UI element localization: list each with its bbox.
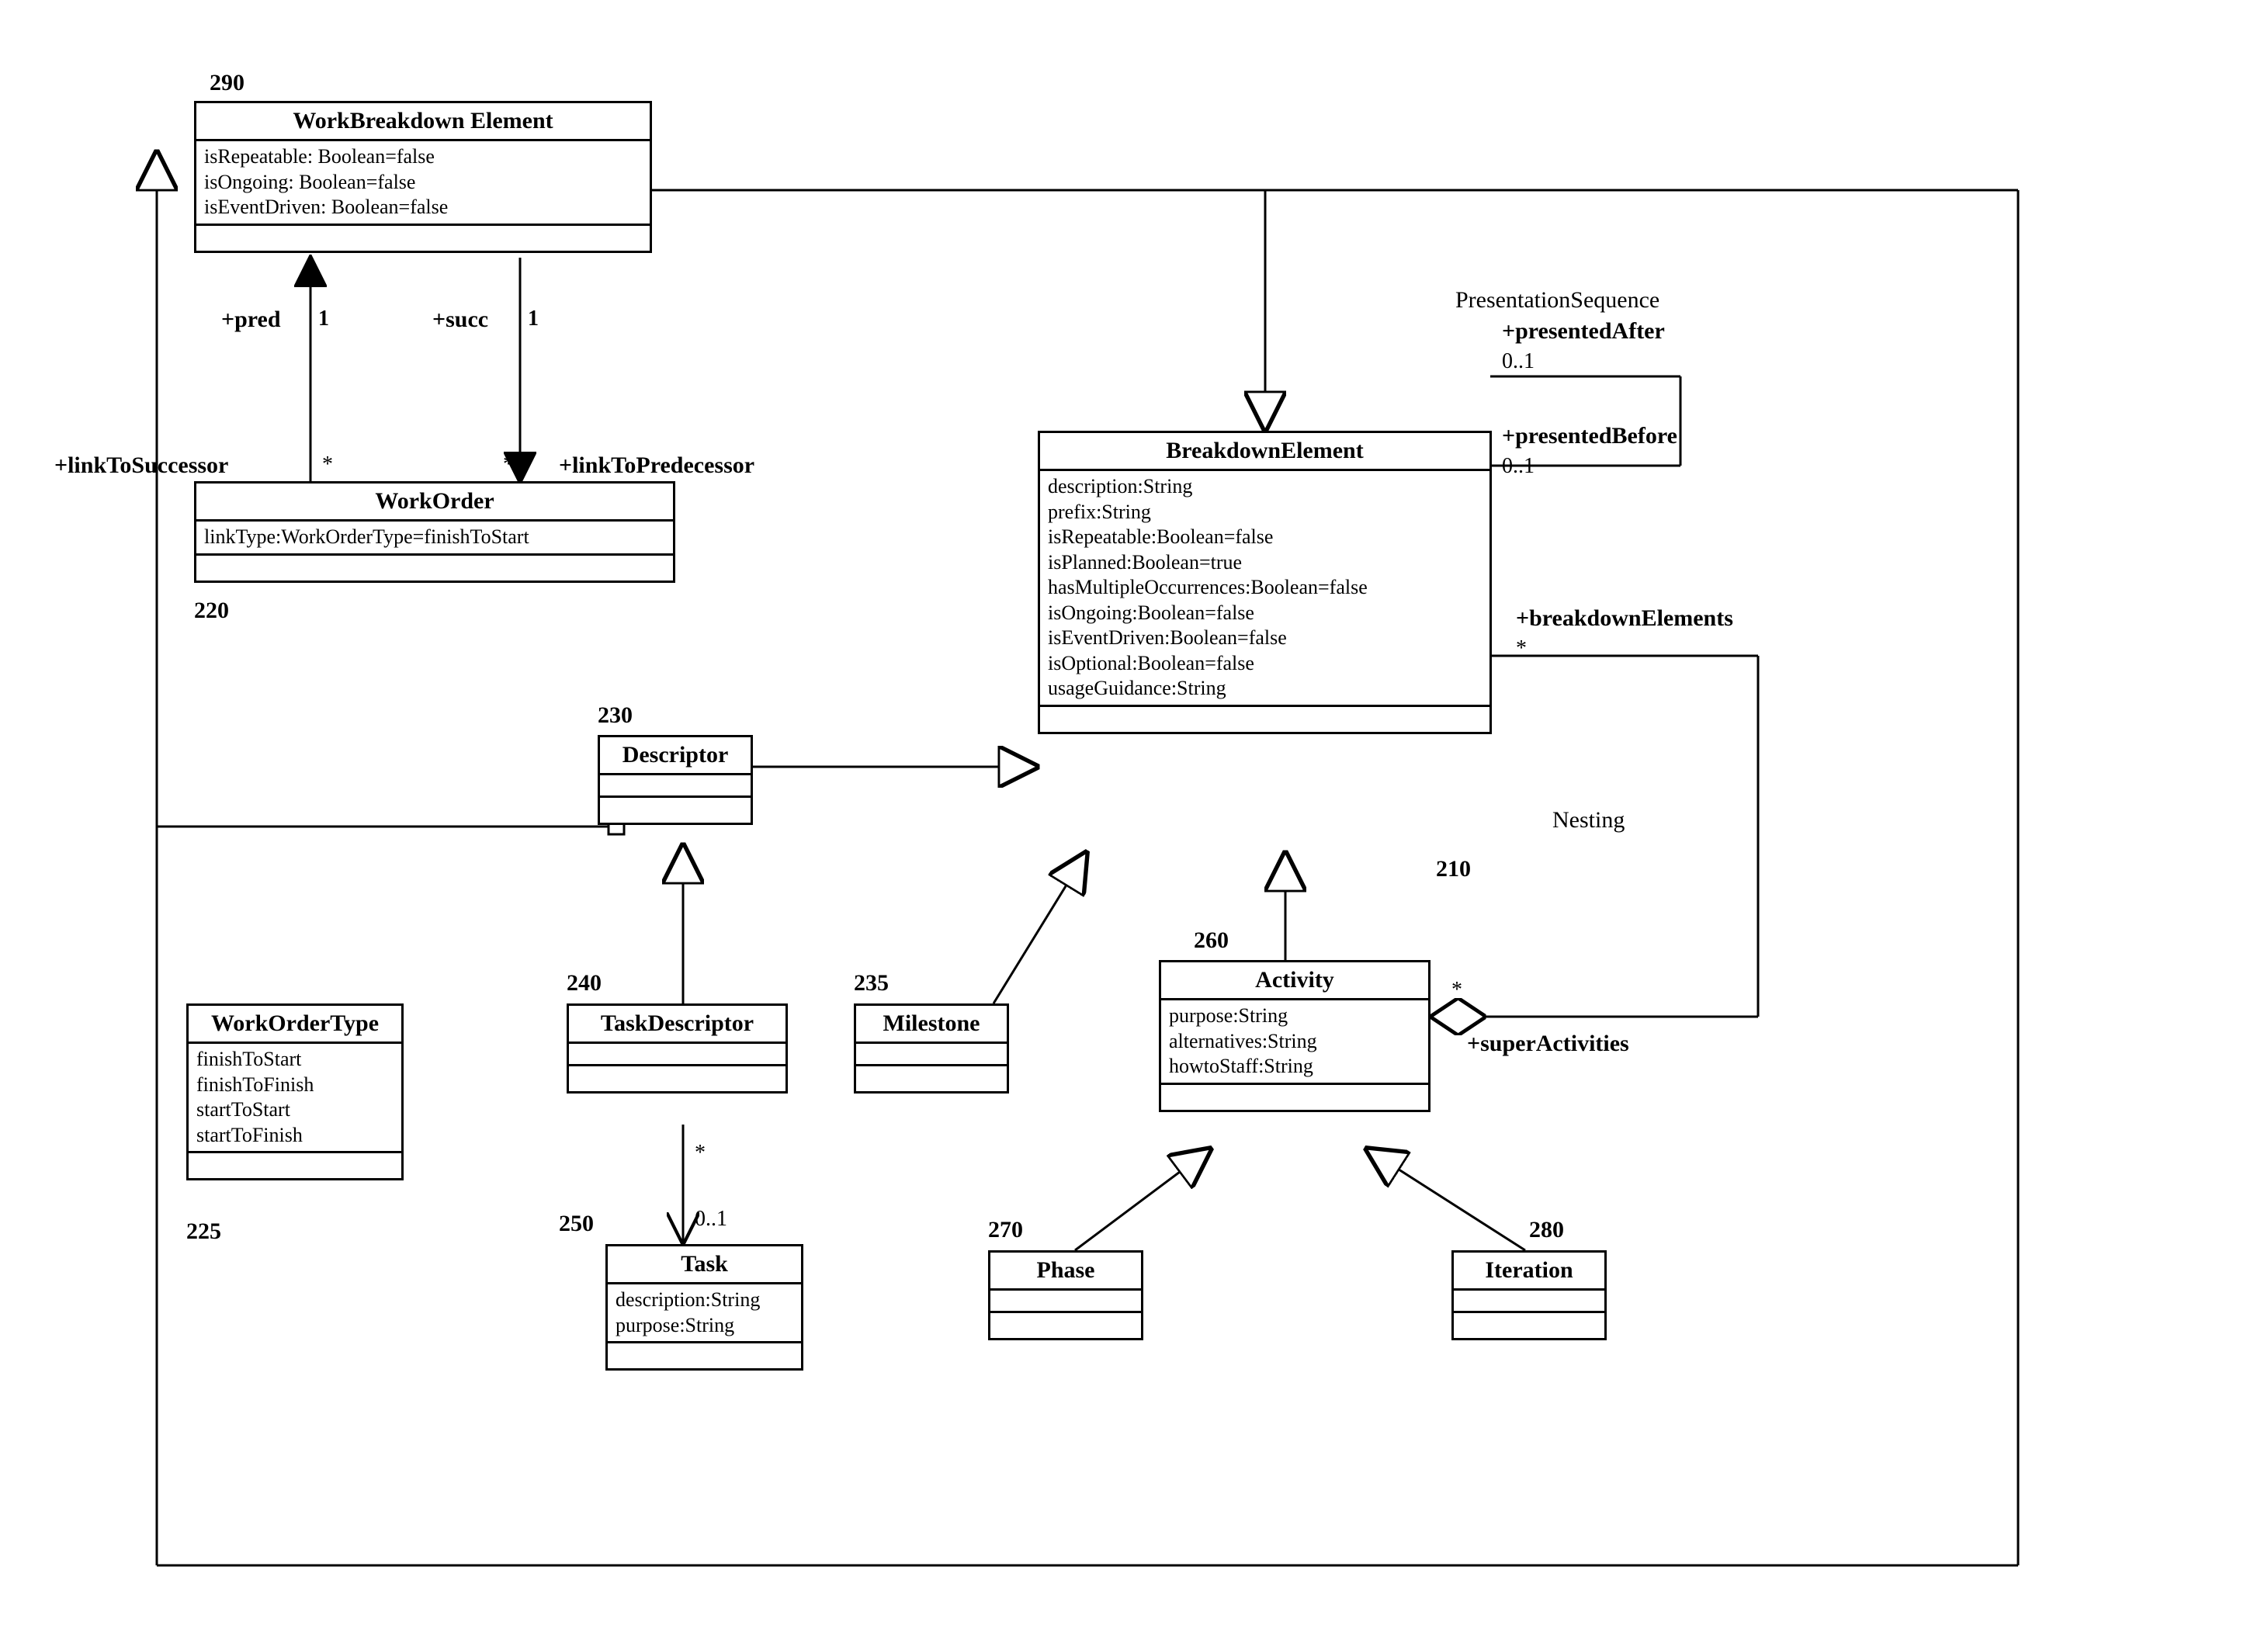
class-name: Task — [608, 1246, 801, 1284]
class-attrs: isRepeatable: Boolean=false isOngoing: B… — [196, 141, 650, 226]
ref-280: 280 — [1529, 1217, 1564, 1243]
class-iteration: Iteration — [1451, 1250, 1607, 1340]
class-attrs: description:String purpose:String — [608, 1284, 801, 1343]
ref-240: 240 — [567, 970, 602, 996]
role-presented-before: +presentedBefore — [1502, 423, 1677, 449]
ref-225: 225 — [186, 1218, 221, 1245]
class-name: WorkBreakdown Element — [196, 103, 650, 141]
ref-235: 235 — [854, 970, 889, 996]
mult-zero-one-2: 0..1 — [1502, 454, 1535, 479]
class-name: Descriptor — [600, 737, 751, 775]
class-name: Activity — [1161, 962, 1428, 1000]
ref-220: 220 — [194, 598, 229, 624]
class-work-breakdown-element: WorkBreakdown Element isRepeatable: Bool… — [194, 101, 652, 253]
role-pred: +pred — [221, 307, 281, 333]
ref-270: 270 — [988, 1217, 1023, 1243]
class-activity: Activity purpose:String alternatives:Str… — [1159, 960, 1431, 1112]
mult-task-zero-one: 0..1 — [695, 1207, 727, 1232]
class-name: Milestone — [856, 1006, 1007, 1044]
class-name: Phase — [990, 1253, 1141, 1291]
mult-star-a: * — [322, 452, 333, 477]
class-breakdown-element: BreakdownElement description:String pref… — [1038, 431, 1492, 734]
class-name: Iteration — [1454, 1253, 1604, 1291]
ref-290: 290 — [210, 70, 244, 96]
mult-succ: 1 — [528, 307, 539, 331]
ref-210: 210 — [1436, 856, 1471, 882]
class-attrs: purpose:String alternatives:String howto… — [1161, 1000, 1428, 1085]
ref-260: 260 — [1194, 927, 1229, 954]
ref-250: 250 — [559, 1211, 594, 1237]
class-descriptor: Descriptor — [598, 735, 753, 825]
role-presented-after: +presentedAfter — [1502, 318, 1665, 345]
mult-zero-one-1: 0..1 — [1502, 349, 1535, 374]
class-task: Task description:String purpose:String — [605, 1244, 803, 1371]
role-succ: +succ — [432, 307, 488, 333]
class-attrs: linkType:WorkOrderType=finishToStart — [196, 522, 673, 556]
class-name: WorkOrder — [196, 484, 673, 522]
class-name: WorkOrderType — [189, 1006, 401, 1044]
uml-diagram: 290 WorkBreakdown Element isRepeatable: … — [0, 0, 2268, 1629]
mult-star-b: * — [503, 452, 514, 477]
class-name: TaskDescriptor — [569, 1006, 785, 1044]
class-task-descriptor: TaskDescriptor — [567, 1003, 788, 1094]
ref-230: 230 — [598, 702, 633, 729]
role-link-to-predecessor: +linkToPredecessor — [559, 452, 754, 479]
mult-breakdown-elements: * — [1516, 636, 1527, 661]
class-work-order-type: WorkOrderType finishToStart finishToFini… — [186, 1003, 404, 1180]
mult-pred: 1 — [318, 307, 329, 331]
assoc-nesting: Nesting — [1552, 807, 1625, 834]
class-attrs: description:String prefix:String isRepea… — [1040, 471, 1489, 707]
class-phase: Phase — [988, 1250, 1143, 1340]
assoc-presentation-sequence: PresentationSequence — [1455, 287, 1659, 314]
class-milestone: Milestone — [854, 1003, 1009, 1094]
role-super-activities: +superActivities — [1467, 1031, 1629, 1057]
class-attrs: finishToStart finishToFinish startToStar… — [189, 1044, 401, 1153]
class-work-order: WorkOrder linkType:WorkOrderType=finishT… — [194, 481, 675, 583]
role-link-to-successor: +linkToSuccessor — [54, 452, 228, 479]
mult-super-activities: * — [1451, 978, 1462, 1003]
class-name: BreakdownElement — [1040, 433, 1489, 471]
mult-task-star: * — [695, 1141, 706, 1166]
role-breakdown-elements: +breakdownElements — [1516, 605, 1733, 632]
